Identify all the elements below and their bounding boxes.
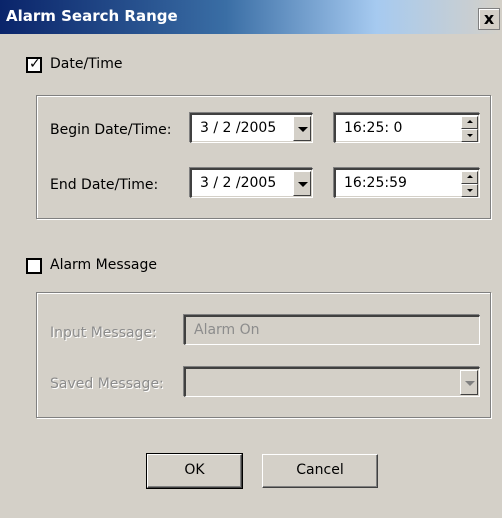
end-time-field[interactable]: 16:25:59 [334, 168, 480, 198]
close-button[interactable]: x [478, 8, 500, 30]
end-datetime-label: End Date/Time: [50, 177, 159, 193]
title-bar[interactable]: Alarm Search Range x [0, 0, 502, 34]
input-message-value: Alarm On [194, 322, 260, 338]
begin-date-dropdown-button[interactable] [293, 116, 311, 141]
datetime-group: Begin Date/Time: 3 / 2 /2005 16:25: 0 En… [36, 95, 491, 219]
end-time-value: 16:25:59 [344, 175, 407, 191]
checkmark-icon: ✓ [29, 56, 41, 72]
close-icon: x [483, 9, 495, 28]
saved-message-select[interactable] [184, 367, 480, 397]
datetime-checkbox-label[interactable]: Date/Time [50, 56, 122, 72]
begin-datetime-label: Begin Date/Time: [50, 122, 172, 138]
alarm-message-checkbox-label[interactable]: Alarm Message [50, 257, 157, 273]
saved-message-dropdown-button[interactable] [460, 370, 478, 395]
begin-time-field[interactable]: 16:25: 0 [334, 113, 480, 143]
begin-time-value: 16:25: 0 [344, 120, 403, 136]
end-time-increment-button[interactable] [461, 171, 478, 184]
window-title: Alarm Search Range [6, 7, 178, 25]
saved-message-label: Saved Message: [50, 376, 164, 392]
arrow-up-icon [467, 120, 473, 123]
cancel-button[interactable]: Cancel [262, 454, 378, 488]
begin-date-value: 3 / 2 /2005 [200, 120, 277, 136]
chevron-down-icon [298, 182, 308, 187]
begin-time-decrement-button[interactable] [461, 129, 478, 142]
begin-time-increment-button[interactable] [461, 116, 478, 129]
input-message-field[interactable]: Alarm On [184, 315, 480, 345]
end-date-dropdown-button[interactable] [293, 171, 311, 196]
arrow-down-icon [467, 134, 473, 137]
begin-date-picker[interactable]: 3 / 2 /2005 [190, 113, 313, 143]
alarm-message-checkbox[interactable] [26, 258, 42, 274]
arrow-down-icon [467, 189, 473, 192]
alarm-search-range-dialog: Alarm Search Range x ✓ Date/Time Begin D… [0, 0, 502, 518]
ok-button[interactable]: OK [146, 453, 243, 489]
end-time-decrement-button[interactable] [461, 184, 478, 197]
chevron-down-icon [465, 381, 475, 386]
chevron-down-icon [298, 127, 308, 132]
end-time-spinner[interactable] [461, 171, 478, 197]
datetime-checkbox[interactable]: ✓ [26, 56, 42, 73]
input-message-label: Input Message: [50, 325, 157, 341]
end-date-value: 3 / 2 /2005 [200, 175, 277, 191]
begin-time-spinner[interactable] [461, 116, 478, 142]
end-date-picker[interactable]: 3 / 2 /2005 [190, 168, 313, 198]
arrow-up-icon [467, 175, 473, 178]
alarm-message-group: Input Message: Alarm On Saved Message: [36, 292, 491, 418]
